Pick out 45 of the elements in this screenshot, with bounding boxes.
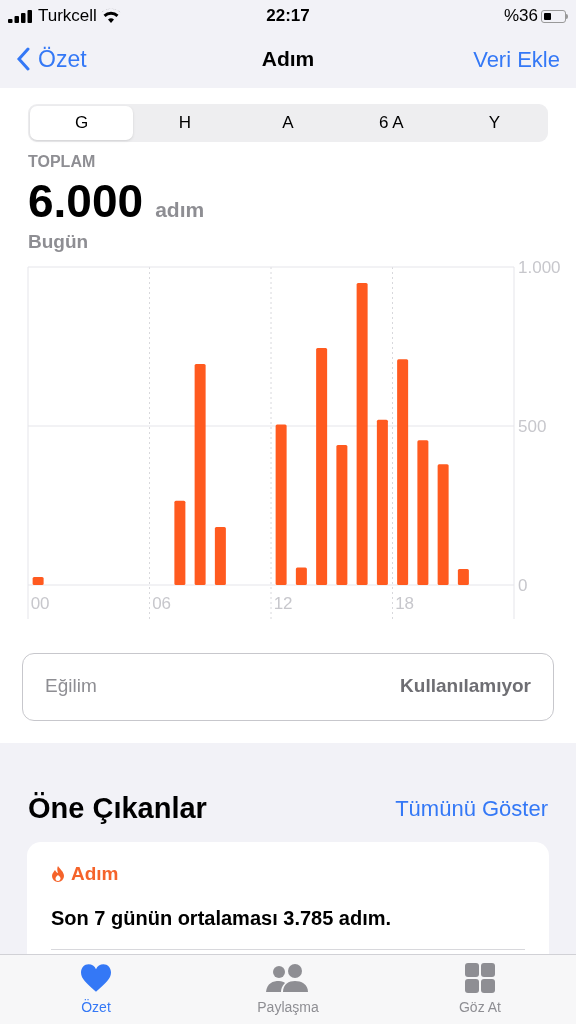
axis-label: 06 <box>152 593 172 613</box>
range-tab[interactable]: G <box>30 106 134 140</box>
total-label: TOPLAM <box>28 152 97 172</box>
card-category: Adım <box>71 862 119 886</box>
bar <box>32 576 44 585</box>
range-tab[interactable]: Y <box>442 106 546 140</box>
period-label: Bugün <box>28 230 90 254</box>
trend-value: Kullanılamıyor <box>400 674 531 699</box>
bar <box>295 567 307 585</box>
bar <box>457 568 469 585</box>
grid-icon <box>465 963 495 993</box>
battery-icon <box>541 9 568 23</box>
highlight-card[interactable]: Adım Son 7 günün ortalaması 3.785 adım. <box>27 842 549 954</box>
section-title: Öne Çıkanlar <box>28 790 207 826</box>
heart-icon <box>79 963 113 993</box>
tab-bar-item[interactable]: Paylaşma <box>192 955 384 1024</box>
axis-label: 12 <box>273 593 293 613</box>
tab-bar-item[interactable]: Göz At <box>384 955 576 1024</box>
axis-label: 500 <box>518 416 547 436</box>
total-unit: adım <box>155 199 205 220</box>
axis-label: 0 <box>518 575 528 595</box>
chevron-left-icon <box>16 47 30 71</box>
tab-bar-item[interactable]: Özet <box>0 955 192 1024</box>
back-button[interactable]: Özet <box>16 41 87 77</box>
trend-row[interactable]: Eğilim Kullanılamıyor <box>22 652 554 721</box>
range-tab[interactable]: H <box>133 106 237 140</box>
flame-icon <box>51 865 65 884</box>
bar <box>214 526 226 585</box>
carrier-name: Turkcell <box>38 5 97 28</box>
trend-label: Eğilim <box>45 674 97 699</box>
card-text: Son 7 günün ortalaması 3.785 adım. <box>51 905 393 931</box>
battery-percent: %36 <box>503 5 538 28</box>
axis-label: 1.000 <box>518 258 561 277</box>
range-tab[interactable]: A <box>236 106 340 140</box>
signal-icon <box>8 9 34 23</box>
show-all-link[interactable]: Tümünü Göster <box>395 791 548 825</box>
total-value: 6.000 <box>28 178 144 224</box>
add-data-button[interactable]: Veri Ekle <box>473 42 560 76</box>
axis-label: 00 <box>30 593 50 613</box>
wifi-icon <box>100 8 121 24</box>
page-title: Adım <box>261 46 315 73</box>
clock: 22:17 <box>266 5 310 28</box>
axis-label: 18 <box>395 593 415 613</box>
people-icon <box>265 963 311 993</box>
range-tab[interactable]: 6 A <box>339 106 443 140</box>
